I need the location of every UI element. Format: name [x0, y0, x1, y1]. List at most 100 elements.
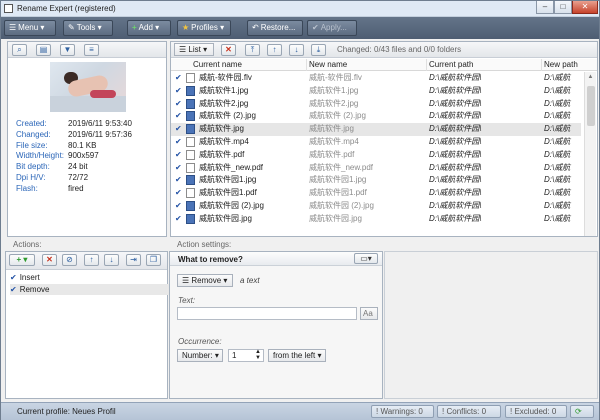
column-new-path[interactable]: New path — [542, 59, 582, 71]
file-row[interactable]: ✔ 威航软件 (2).jpg 威航软件 (2).jpg D:\威航软件园\ D:\威航 — [171, 110, 581, 123]
add-button[interactable]: + Add ▾ — [127, 20, 171, 36]
action-down-icon[interactable]: ↓ — [104, 254, 119, 266]
add-action-button[interactable]: + ▾ — [9, 254, 35, 266]
scroll-up-icon[interactable]: ▲ — [587, 74, 594, 82]
property-value: 2019/6/11 9:53:40 — [68, 119, 132, 128]
conflicts-badge[interactable]: ! Conflicts: 0 — [437, 405, 501, 418]
new-name: 威航软件园1.jpg — [309, 175, 367, 185]
new-path: D:\威航 — [544, 201, 571, 210]
file-row[interactable]: ✔ 威航软件2.jpg 威航软件2.jpg D:\威航软件园\ D:\威航 — [171, 98, 581, 111]
column-current-path[interactable]: Current path — [427, 59, 542, 71]
image-file-icon — [186, 124, 195, 135]
checkbox[interactable]: ✔ — [175, 163, 183, 172]
action-checkbox[interactable]: ✔ — [10, 273, 17, 282]
file-row[interactable]: ✔ 威航软件.pdf 威航软件.pdf D:\威航软件园\ D:\威航 — [171, 149, 581, 162]
checkbox[interactable]: ✔ — [175, 112, 183, 120]
action-item[interactable]: ✔ Remove — [10, 284, 170, 295]
profiles-button[interactable]: ★ Profiles ▾ — [177, 20, 231, 36]
checkbox[interactable]: ✔ — [175, 150, 183, 159]
checkbox[interactable]: ✔ — [175, 138, 183, 146]
spinner-icon[interactable]: ▲ ▼ — [255, 349, 261, 361]
delete-action-icon[interactable]: ✕ — [42, 254, 57, 266]
column-new-name[interactable]: New name — [307, 59, 427, 71]
current-name: 威航软件.mp4 — [199, 137, 249, 146]
current-name: 威航软件园 (2).jpg — [199, 201, 264, 210]
settings-pane: What to remove? ▭▾ ☰ Remove ▾ a text Tex… — [169, 251, 383, 399]
tools-button[interactable]: ✎ Tools ▾ — [63, 20, 113, 36]
new-name: 威航软件2.jpg — [309, 98, 359, 108]
warnings-badge[interactable]: ! Warnings: 0 — [371, 405, 434, 418]
actions-toolbar: + ▾ ✕ ⊘ ↑ ↓ ⇥ ❐ — [6, 252, 167, 270]
action-item[interactable]: ✔ Insert — [10, 272, 170, 283]
restore-button[interactable]: ↶ Restore... — [247, 20, 303, 36]
file-row[interactable]: ✔ 威航软件.jpg 威航软件.jpg D:\威航软件园\ D:\威航 — [171, 123, 581, 136]
scrollbar-thumb[interactable] — [587, 86, 595, 126]
current-path: D:\威航软件园\ — [429, 188, 482, 198]
new-path: D:\威航 — [544, 213, 571, 223]
view-mode-select[interactable]: ☰ List ▾ — [174, 43, 214, 56]
file-row[interactable]: ✔ 威航软件园1.pdf 威航软件园1.pdf D:\威航软件园\ D:\威航 — [171, 187, 581, 200]
file-row[interactable]: ✔ 威航软件.mp4 威航软件.mp4 D:\威航软件园\ D:\威航 — [171, 136, 581, 149]
property-value: 80.1 KB — [68, 140, 97, 150]
property-value: 24 bit — [68, 162, 88, 172]
property-key: Bit depth: — [16, 162, 50, 172]
filter-icon[interactable]: ▼ — [60, 44, 75, 56]
window-menu-icon[interactable]: ▭▾ — [354, 253, 378, 264]
checkbox[interactable]: ✔ — [175, 125, 183, 133]
file-grid: Current name New name Current path New p… — [171, 59, 597, 236]
current-path: D:\威航软件园\ — [429, 111, 482, 121]
action-up-icon[interactable]: ↑ — [84, 254, 99, 266]
checkbox[interactable]: ✔ — [175, 99, 183, 108]
action-checkbox[interactable]: ✔ — [10, 285, 17, 294]
vertical-scrollbar[interactable]: ▲ — [584, 72, 596, 236]
list-view-icon[interactable]: ▤ — [36, 44, 51, 56]
column-current-name[interactable]: Current name — [191, 59, 307, 71]
property-value: 72/72 — [68, 173, 89, 182]
occurrence-number-input[interactable]: 1 ▲ ▼ — [228, 349, 264, 362]
image-file-icon — [186, 175, 195, 186]
new-path: D:\威航 — [544, 98, 571, 108]
app-window: Rename Expert (registered) – □ ✕ ☰ Menu ▾… — [0, 0, 600, 420]
file-rows: ✔ 威航-软件园.flv 威航-软件园.flv D:\威航软件园\ D:\威航 ✔ 威航软件… — [171, 72, 583, 236]
checkbox[interactable]: ✔ — [175, 214, 183, 223]
checkbox[interactable]: ✔ — [175, 176, 183, 184]
file-row[interactable]: ✔ 威航软件园 (2).jpg 威航软件园 (2).jpg D:\威航软件园\ D:\威… — [171, 200, 581, 213]
remove-file-icon[interactable]: ✕ — [221, 44, 236, 56]
magnifier-icon[interactable]: ⌕ — [12, 44, 27, 56]
close-button[interactable]: ✕ — [572, 1, 598, 14]
direction-select[interactable]: from the left ▾ — [268, 349, 326, 362]
move-bottom-icon[interactable]: ⤓ — [311, 44, 326, 56]
menu-button[interactable]: ☰ Menu ▾ — [4, 20, 56, 36]
checkbox[interactable]: ✔ — [175, 74, 183, 82]
current-path: D:\威航软件园\ — [429, 98, 482, 108]
image-thumbnail — [50, 62, 126, 112]
text-input[interactable] — [177, 307, 357, 320]
columns-icon[interactable]: ≡ — [84, 44, 99, 56]
move-down-icon[interactable]: ↓ — [289, 44, 304, 56]
checkbox[interactable]: ✔ — [175, 86, 183, 95]
actions-header: Actions: — [5, 239, 165, 251]
apply-button[interactable]: ✔ Apply... — [307, 20, 357, 36]
excluded-badge[interactable]: ! Excluded: 0 — [505, 405, 567, 418]
remove-mode-select[interactable]: ☰ Remove ▾ — [177, 274, 233, 287]
disable-action-icon[interactable]: ⊘ — [62, 254, 77, 266]
new-name: 威航软件.pdf — [309, 149, 355, 159]
checkbox[interactable]: ✔ — [175, 189, 183, 197]
checkbox[interactable]: ✔ — [175, 202, 183, 210]
file-row[interactable]: ✔ 威航软件园.jpg 威航软件园.jpg D:\威航软件园\ D:\威航 — [171, 213, 581, 226]
refresh-icon[interactable]: ⟳ — [570, 405, 594, 418]
move-top-icon[interactable]: ⤒ — [245, 44, 260, 56]
copy-action-icon[interactable]: ❐ — [146, 254, 161, 266]
case-sensitive-button[interactable]: Aa — [360, 307, 378, 320]
file-row[interactable]: ✔ 威航-软件园.flv 威航-软件园.flv D:\威航软件园\ D:\威航 — [171, 72, 581, 85]
main-toolbar: ☰ Menu ▾ ✎ Tools ▾ + Add ▾ ★ Profiles ▾ ↶ Res… — [1, 17, 599, 39]
file-row[interactable]: ✔ 威航软件1.jpg 威航软件1.jpg D:\威航软件园\ D:\威航 — [171, 85, 581, 98]
maximize-button[interactable]: □ — [554, 1, 572, 14]
file-row[interactable]: ✔ 威航软件_new.pdf 威航软件_new.pdf D:\威航软件园\ D:\威航 — [171, 162, 581, 175]
move-up-icon[interactable]: ↑ — [267, 44, 282, 56]
current-path: D:\威航软件园\ — [429, 149, 482, 159]
file-row[interactable]: ✔ 威航软件园1.jpg 威航软件园1.jpg D:\威航软件园\ D:\威航 — [171, 174, 581, 187]
action-options-icon[interactable]: ⇥ — [126, 254, 141, 266]
minimize-button[interactable]: – — [536, 1, 554, 14]
occurrence-type-select[interactable]: Number: ▾ — [177, 349, 223, 362]
